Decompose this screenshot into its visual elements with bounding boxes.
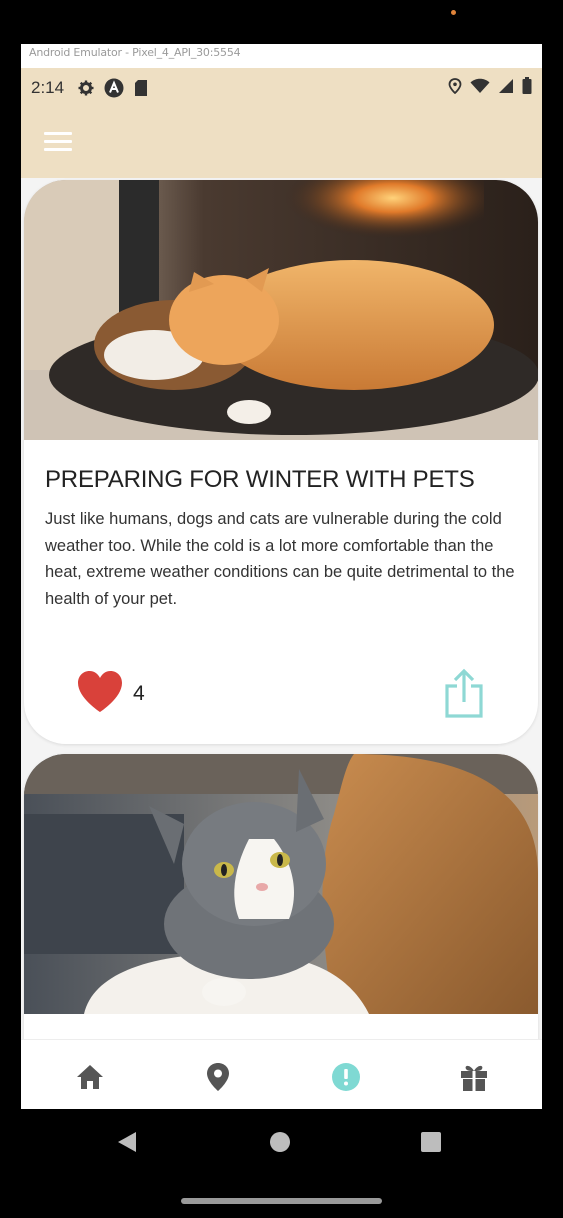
home-button-icon[interactable] — [270, 1132, 290, 1152]
bottom-navigation — [21, 1039, 542, 1109]
like-count: 4 — [133, 682, 145, 705]
gift-icon[interactable] — [457, 1060, 491, 1094]
post-image-cat-with-woman — [24, 754, 538, 1014]
location-icon — [448, 77, 462, 99]
post-title: PREPARING FOR WINTER WITH PETS — [45, 466, 475, 493]
emulator-title: Android Emulator - Pixel_4_API_30:5554 — [21, 44, 542, 68]
camera-dot — [451, 10, 456, 15]
signal-icon — [498, 78, 514, 99]
app-bar — [21, 108, 542, 178]
alert-icon[interactable] — [329, 1060, 363, 1094]
post-body: Just like humans, dogs and cats are vuln… — [45, 510, 515, 608]
sd-card-icon — [134, 80, 148, 96]
share-icon[interactable] — [444, 668, 484, 720]
home-icon[interactable] — [73, 1060, 107, 1094]
phone-screen: 2:14 PREPARING FOR WINTER WITH PETS Just… — [21, 68, 542, 1109]
status-right-icons — [448, 77, 532, 99]
hamburger-menu-icon[interactable] — [43, 128, 73, 156]
post-card[interactable]: PREPARING FOR WINTER WITH PETS Just like… — [24, 180, 538, 744]
gesture-bar[interactable] — [181, 1198, 382, 1204]
status-time: 2:14 — [31, 78, 65, 97]
heart-icon[interactable] — [76, 670, 124, 714]
settings-icon — [78, 80, 94, 96]
android-navigation-bar — [0, 1109, 563, 1218]
location-pin-icon[interactable] — [201, 1060, 235, 1094]
wifi-icon — [470, 78, 490, 99]
battery-icon — [522, 77, 532, 99]
recents-icon[interactable] — [421, 1132, 441, 1152]
post-image-cat-dog-fireplace — [24, 180, 538, 440]
a-circle-icon — [104, 78, 124, 98]
back-icon[interactable] — [117, 1131, 137, 1158]
status-bar: 2:14 — [21, 68, 542, 108]
